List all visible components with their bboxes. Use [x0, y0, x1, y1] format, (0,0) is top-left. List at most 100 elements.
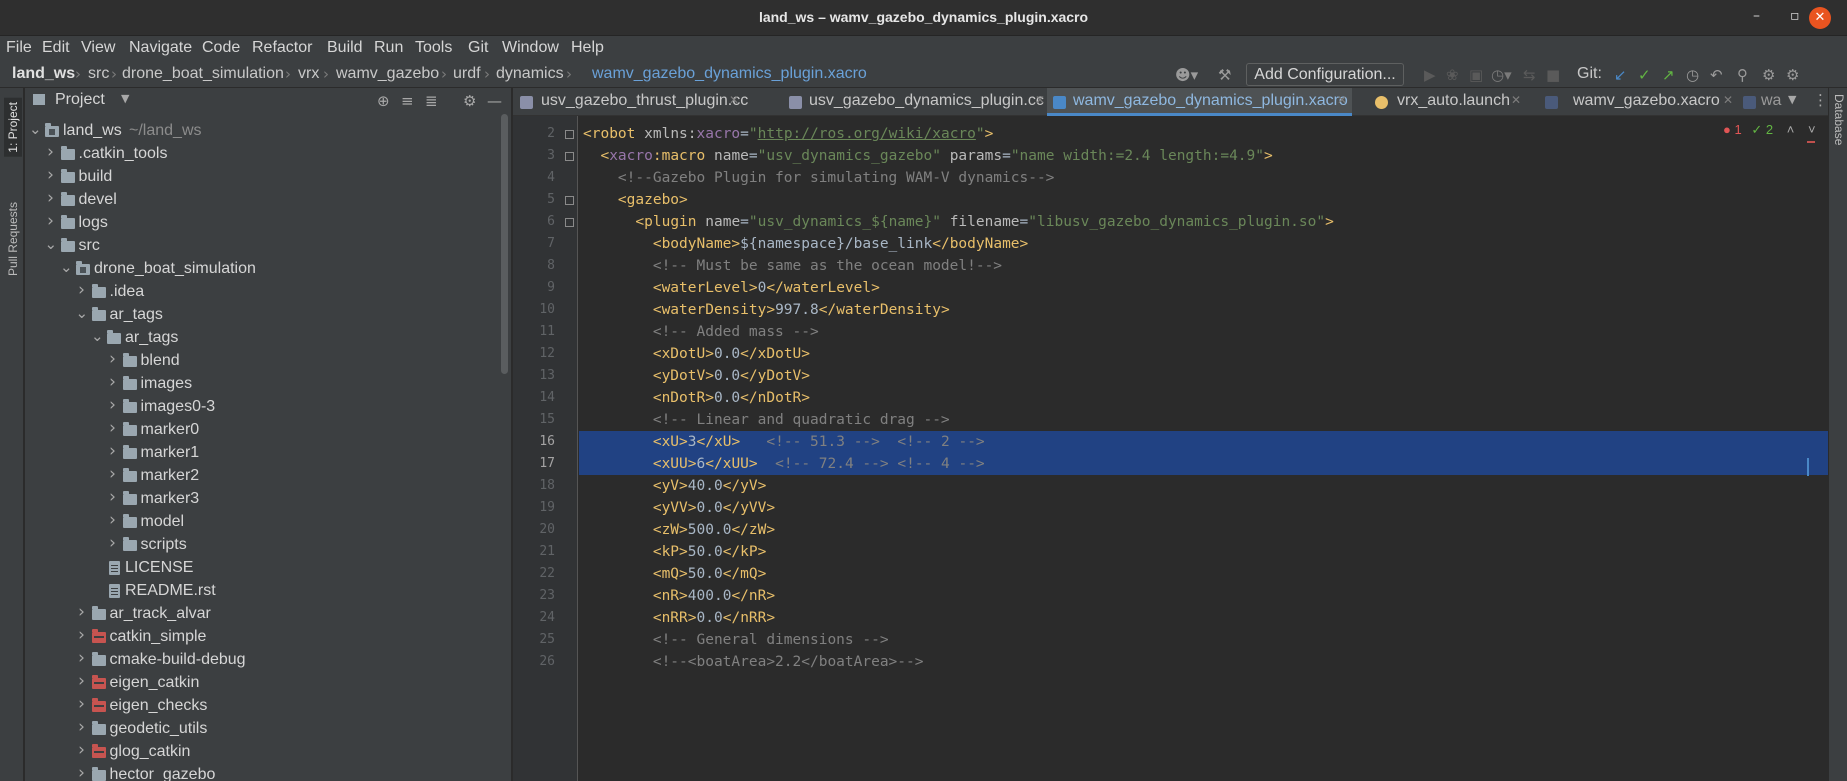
tab-pull-requests[interactable]: Pull Requests: [4, 198, 22, 280]
fold-icon[interactable]: [565, 130, 574, 139]
tree-item[interactable]: › ar_track_alvar: [25, 602, 511, 626]
tree-item[interactable]: › build: [25, 165, 511, 189]
breadcrumb-package[interactable]: drone_boat_simulation: [122, 65, 284, 83]
tree-item[interactable]: › .idea: [25, 280, 511, 304]
code-line[interactable]: <xU>3</xU> <!-- 51.3 --> <!-- 2 -->: [579, 431, 1828, 453]
settings-icon[interactable]: ⚙: [1762, 66, 1775, 84]
menu-edit[interactable]: Edit: [42, 39, 70, 57]
chevron-right-icon[interactable]: ›: [76, 648, 88, 668]
expand-all-icon[interactable]: ≡: [401, 92, 414, 110]
menu-refactor[interactable]: Refactor: [252, 39, 312, 57]
hide-icon[interactable]: —: [487, 92, 502, 110]
stop-icon[interactable]: ■: [1546, 66, 1560, 84]
tree-item[interactable]: ⌄ ar_tags: [25, 327, 511, 350]
tree-item[interactable]: README.rst: [25, 580, 511, 603]
menu-window[interactable]: Window: [502, 39, 559, 57]
tree-item[interactable]: › logs: [25, 211, 511, 235]
code-line[interactable]: <!--<boatArea>2.2</boatArea>-->: [579, 651, 1828, 673]
code-line[interactable]: <xUU>6</xUU> <!-- 72.4 --> <!-- 4 -->: [579, 453, 1828, 475]
chevron-right-icon[interactable]: ›: [107, 349, 119, 369]
breadcrumb-src[interactable]: src: [88, 65, 109, 83]
error-stripe-mark[interactable]: [1807, 141, 1815, 143]
project-panel-title[interactable]: Project: [55, 91, 105, 109]
chevron-down-icon[interactable]: ▼: [1788, 93, 1796, 106]
tree-item[interactable]: › geodetic_utils: [25, 717, 511, 741]
chevron-right-icon[interactable]: ›: [107, 533, 119, 553]
add-configuration-button[interactable]: Add Configuration...: [1246, 63, 1404, 86]
tree-item[interactable]: › blend: [25, 349, 511, 373]
code-line[interactable]: <bodyName>${namespace}/base_link</bodyNa…: [579, 233, 1828, 255]
breadcrumb-root[interactable]: land_ws: [12, 65, 75, 83]
chevron-right-icon[interactable]: ›: [76, 280, 88, 300]
coverage-icon[interactable]: ▣: [1469, 66, 1483, 84]
code-line[interactable]: <yV>40.0</yV>: [579, 475, 1828, 497]
search-icon[interactable]: ⚲: [1737, 66, 1748, 84]
menu-file[interactable]: File: [6, 39, 32, 57]
locate-icon[interactable]: ⊕: [377, 92, 390, 110]
debug-icon[interactable]: ❀: [1446, 66, 1459, 84]
tab-usv-gazebo-thrust-plugin[interactable]: usv_gazebo_thrust_plugin.cc ✕: [513, 88, 748, 116]
breadcrumb-vrx[interactable]: vrx: [298, 65, 319, 83]
chevron-down-icon[interactable]: ⌄: [76, 304, 89, 322]
menu-help[interactable]: Help: [571, 39, 604, 57]
code-line[interactable]: <yVV>0.0</yVV>: [579, 497, 1828, 519]
menu-navigate[interactable]: Navigate: [129, 39, 192, 57]
attach-icon[interactable]: ⇆: [1523, 66, 1536, 84]
tree-item[interactable]: › eigen_catkin: [25, 671, 511, 695]
tab-wamv-gazebo-xacro[interactable]: wamv_gazebo.xacro ✕: [1537, 88, 1733, 116]
close-tab-icon[interactable]: ✕: [1337, 93, 1347, 107]
menu-view[interactable]: View: [81, 39, 115, 57]
tab-wamv-gazebo-dynamics-plugin[interactable]: wamv_gazebo_dynamics_plugin.xacro ✕: [1047, 88, 1352, 116]
chevron-right-icon[interactable]: ›: [107, 441, 119, 461]
code-line[interactable]: <xacro:macro name="usv_dynamics_gazebo" …: [579, 145, 1828, 167]
run-icon[interactable]: ▶: [1424, 66, 1436, 84]
tree-item[interactable]: ⌄ src: [25, 235, 511, 258]
chevron-right-icon[interactable]: ›: [45, 188, 57, 208]
tree-item[interactable]: › marker0: [25, 418, 511, 442]
code-line[interactable]: <nR>400.0</nR>: [579, 585, 1828, 607]
menu-code[interactable]: Code: [202, 39, 240, 57]
menu-tools[interactable]: Tools: [415, 39, 452, 57]
tree-item[interactable]: › scripts: [25, 533, 511, 557]
tree-item[interactable]: › glog_catkin: [25, 740, 511, 764]
tab-project[interactable]: 1: Project: [4, 98, 22, 157]
tree-item[interactable]: LICENSE: [25, 557, 511, 580]
rollback-icon[interactable]: ↶: [1710, 66, 1723, 84]
tree-item[interactable]: ⌄ ar_tags: [25, 304, 511, 327]
fold-icon[interactable]: [565, 152, 574, 161]
chevron-right-icon[interactable]: ›: [107, 372, 119, 392]
code-line[interactable]: <waterDensity>997.8</waterDensity>: [579, 299, 1828, 321]
tree-item[interactable]: › catkin_simple: [25, 625, 511, 649]
close-tab-icon[interactable]: ✕: [1723, 93, 1733, 107]
tree-item[interactable]: › images0-3: [25, 395, 511, 419]
tab-overflow-file[interactable]: wa: [1743, 88, 1793, 116]
chevron-right-icon[interactable]: ›: [45, 142, 57, 162]
git-push-icon[interactable]: ↗: [1662, 66, 1675, 84]
code-line[interactable]: <yDotV>0.0</yDotV>: [579, 365, 1828, 387]
tree-item[interactable]: › marker3: [25, 487, 511, 511]
tree-item[interactable]: › eigen_checks: [25, 694, 511, 718]
menu-run[interactable]: Run: [374, 39, 403, 57]
git-update-icon[interactable]: ↙: [1614, 66, 1627, 84]
chevron-right-icon[interactable]: ›: [76, 671, 88, 691]
chevron-right-icon[interactable]: ›: [45, 211, 57, 231]
line-number-gutter[interactable]: 2 3 4 5 6 7 8 9 10 11 12 13 14 15 16 17 18 19 20 21 22 23 24 25…: [513, 116, 578, 781]
tree-item[interactable]: ⌄ land_ws ~/land_ws: [25, 120, 511, 143]
code-line[interactable]: <nRR>0.0</nRR>: [579, 607, 1828, 629]
user-icon[interactable]: ☻▾: [1175, 66, 1198, 84]
close-tab-icon[interactable]: ✕: [1511, 93, 1521, 107]
close-button[interactable]: ✕: [1809, 7, 1831, 29]
breadcrumb-dynamics[interactable]: dynamics: [496, 65, 564, 83]
tree-item[interactable]: › images: [25, 372, 511, 396]
git-commit-icon[interactable]: ✓: [1638, 66, 1651, 84]
code-line[interactable]: <!--Gazebo Plugin for simulating WAM-V d…: [579, 167, 1828, 189]
chevron-right-icon[interactable]: ›: [76, 625, 88, 645]
code-line[interactable]: <!-- Linear and quadratic drag -->: [579, 409, 1828, 431]
close-tab-icon[interactable]: ✕: [729, 93, 739, 107]
code-line[interactable]: <gazebo>: [579, 189, 1828, 211]
tree-item[interactable]: ⌄ drone_boat_simulation: [25, 258, 511, 281]
menu-git[interactable]: Git: [468, 39, 488, 57]
code-line[interactable]: <!-- General dimensions -->: [579, 629, 1828, 651]
fold-icon[interactable]: [565, 218, 574, 227]
breadcrumb-current-file[interactable]: wamv_gazebo_dynamics_plugin.xacro: [592, 65, 867, 83]
